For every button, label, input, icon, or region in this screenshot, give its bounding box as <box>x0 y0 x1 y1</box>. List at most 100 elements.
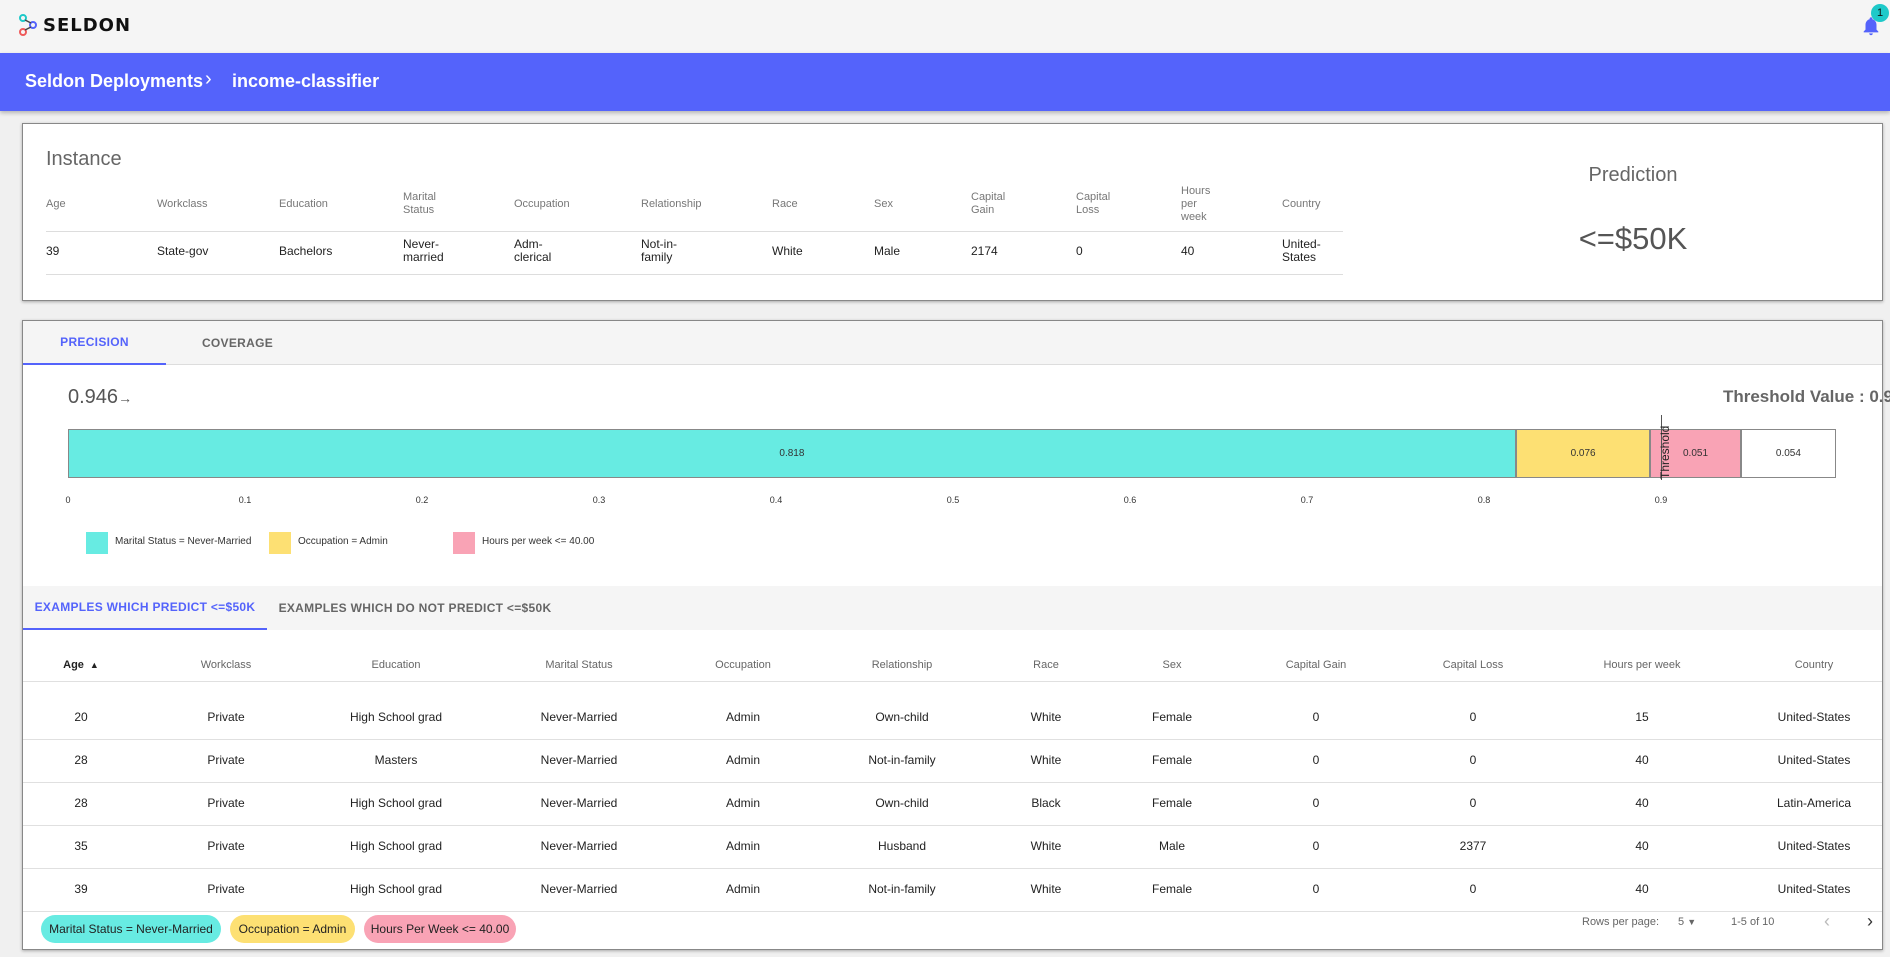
x-axis-tick-label: 0.8 <box>1477 495 1491 505</box>
table-cell: 35 <box>74 839 88 853</box>
instance-cell-text: family <box>641 250 673 264</box>
column-header-marital-status[interactable]: Marital Status <box>545 659 612 671</box>
instance-cell: State-gov <box>157 245 208 258</box>
instance-header-divider <box>46 231 1343 232</box>
instance-header-text: Status <box>403 204 435 216</box>
table-cell: Private <box>207 796 245 810</box>
table-cell: Female <box>1151 796 1193 810</box>
table-cell: 0 <box>1469 796 1477 810</box>
instance-column-header: Occupation <box>514 198 570 211</box>
table-cell: Private <box>207 710 245 724</box>
column-header-education[interactable]: Education <box>372 659 421 671</box>
row-divider <box>23 868 1882 869</box>
table-cell: Admin <box>725 753 761 767</box>
instance-header-text: per <box>1181 198 1197 210</box>
anchor-chip[interactable]: Occupation = Admin <box>230 915 355 943</box>
table-cell: High School grad <box>349 882 443 896</box>
column-header-workclass[interactable]: Workclass <box>201 659 252 671</box>
instance-cell: 2174 <box>971 245 998 258</box>
breadcrumb-root[interactable]: Seldon Deployments <box>25 71 203 92</box>
x-axis-tick-label: 0.2 <box>415 495 429 505</box>
instance-header-text: Education <box>279 198 328 210</box>
breadcrumb-current: income-classifier <box>232 71 380 91</box>
column-header-text: Age <box>63 659 84 671</box>
table-cell: High School grad <box>349 839 443 853</box>
table-cell: United-States <box>1777 753 1851 767</box>
instance-cell: United- States <box>1282 238 1321 264</box>
table-cell: Never-Married <box>540 882 618 896</box>
column-header-occupation[interactable]: Occupation <box>715 659 771 671</box>
column-header-text: Relationship <box>871 659 933 671</box>
table-cell: 40 <box>1635 753 1649 767</box>
table-cell: 15 <box>1635 710 1649 724</box>
table-cell: White <box>1030 710 1062 724</box>
tab-coverage[interactable]: COVERAGE <box>166 321 309 365</box>
table-cell: Masters <box>374 753 418 767</box>
column-header-sex[interactable]: Sex <box>1163 659 1182 671</box>
table-cell: Not-in-family <box>868 753 936 767</box>
table-cell: Private <box>207 839 245 853</box>
anchor-chip[interactable]: Marital Status = Never-Married <box>41 915 221 943</box>
table-cell: Admin <box>725 839 761 853</box>
instance-header-text: Capital <box>1076 191 1111 203</box>
arrow-right-icon: → <box>118 390 133 406</box>
logo-text: SELDON <box>43 14 132 36</box>
instance-cell-text: States <box>1282 250 1317 264</box>
notification-badge: 1 <box>1871 4 1889 22</box>
table-cell: Male <box>1158 839 1186 853</box>
instance-cell: 40 <box>1181 245 1194 258</box>
column-header-hours-per-week[interactable]: Hours per week <box>1603 659 1680 671</box>
rows-per-page-select[interactable]: 5 ▼ <box>1678 916 1696 928</box>
anchor-chip[interactable]: Hours Per Week <= 40.00 <box>364 915 516 943</box>
instance-column-header: Hours per week <box>1181 185 1210 224</box>
column-header-capital-gain[interactable]: Capital Gain <box>1286 659 1347 671</box>
table-cell: United-States <box>1777 882 1851 896</box>
seldon-logo[interactable]: SELDON <box>19 13 131 37</box>
legend-label: Occupation = Admin <box>298 536 388 547</box>
table-cell: 20 <box>74 710 88 724</box>
bar-segment: 0.818 <box>68 429 1516 478</box>
column-header-relationship[interactable]: Relationship <box>872 659 933 671</box>
table-cell: Latin-America <box>1776 796 1852 810</box>
top-bar: SELDON 1 <box>0 0 1890 53</box>
column-header-race[interactable]: Race <box>1033 659 1059 671</box>
instance-header-text: Workclass <box>157 198 208 210</box>
row-divider <box>23 825 1882 826</box>
column-header-text: Country <box>1794 659 1834 671</box>
tab-precision[interactable]: PRECISION <box>23 321 166 365</box>
previous-page-icon[interactable]: ‹ <box>1815 909 1839 933</box>
table-cell: 0 <box>1469 710 1477 724</box>
table-cell: 0 <box>1469 882 1477 896</box>
instance-card: Instance Age Workclass Education Marital Sta… <box>22 123 1883 301</box>
instance-header-text: Occupation <box>514 198 570 210</box>
instance-cell: Adm-clerical <box>514 238 551 264</box>
table-cell: White <box>1030 882 1062 896</box>
table-cell: United-States <box>1777 710 1851 724</box>
precision-value: 0.946→ <box>68 386 132 409</box>
column-header-country[interactable]: Country <box>1795 659 1834 671</box>
seldon-logo-icon <box>19 14 37 36</box>
instance-cell-text: clerical <box>514 250 552 264</box>
row-divider <box>23 739 1882 740</box>
pagination-range: 1-5 of 10 <box>1731 916 1775 928</box>
column-header-text: Hours per week <box>1603 659 1681 671</box>
instance-header-text: Age <box>46 198 66 210</box>
tab-examples-not-predict[interactable]: EXAMPLES WHICH DO NOT PREDICT <=$50K <box>267 586 563 630</box>
rows-per-page-value: 5 <box>1678 916 1685 928</box>
table-cell: 0 <box>1469 753 1477 767</box>
table-cell: White <box>1030 839 1062 853</box>
column-header-capital-loss[interactable]: Capital Loss <box>1443 659 1504 671</box>
table-cell: 0 <box>1312 710 1320 724</box>
instance-header-text: Country <box>1282 198 1321 210</box>
row-divider <box>23 911 1882 912</box>
bar-segment: 0.054 <box>1740 429 1837 478</box>
next-page-icon[interactable]: › <box>1858 909 1882 933</box>
instance-cell: 0 <box>1076 245 1083 258</box>
instance-title: Instance <box>46 148 122 170</box>
examples-tabs: EXAMPLES WHICH PREDICT <=$50K EXAMPLES W… <box>23 586 1882 630</box>
tab-examples-predict[interactable]: EXAMPLES WHICH PREDICT <=$50K <box>23 586 267 630</box>
instance-row-divider <box>46 274 1343 275</box>
instance-column-header: Workclass <box>157 198 208 211</box>
table-cell: Private <box>207 882 245 896</box>
column-header-age[interactable]: Age ▲ <box>63 659 99 671</box>
